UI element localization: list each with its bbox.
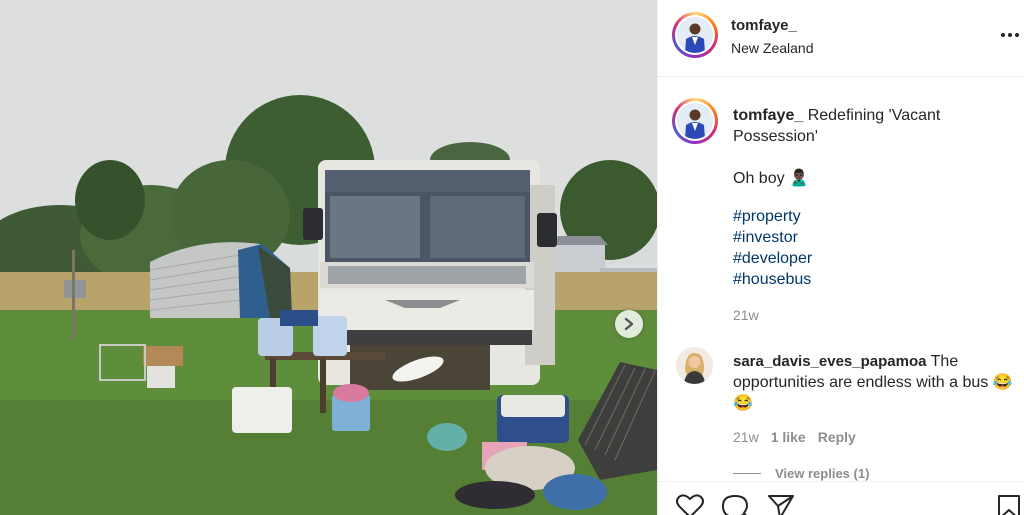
hashtag-link[interactable]: #property bbox=[733, 206, 812, 227]
comment-timestamp[interactable]: 21w bbox=[733, 429, 759, 445]
hashtag-link[interactable]: #housebus bbox=[733, 269, 812, 290]
bookmark-icon bbox=[998, 495, 1020, 515]
author-avatar[interactable] bbox=[672, 12, 718, 58]
caption-timestamp[interactable]: 21w bbox=[733, 307, 759, 323]
caption-text-block: tomfaye_ Redefining 'Vacant Possession' … bbox=[733, 105, 963, 189]
replies-divider bbox=[733, 473, 761, 474]
like-button[interactable] bbox=[675, 493, 705, 515]
caption-username[interactable]: tomfaye_ bbox=[733, 107, 803, 124]
post-side-panel: tomfaye_ New Zealand tomfaye_ Redefining… bbox=[657, 0, 1024, 515]
bus-scene-image bbox=[0, 0, 657, 515]
chevron-right-icon bbox=[624, 317, 634, 331]
commenter-avatar[interactable] bbox=[676, 347, 713, 384]
comment-button[interactable] bbox=[720, 493, 750, 515]
more-dots-icon bbox=[1001, 33, 1019, 37]
save-button[interactable] bbox=[994, 493, 1024, 515]
heart-icon bbox=[676, 494, 704, 515]
comment-icon bbox=[722, 495, 748, 515]
reply-button[interactable]: Reply bbox=[818, 429, 856, 445]
action-bar bbox=[658, 481, 1024, 515]
caption-author-avatar[interactable] bbox=[672, 98, 718, 144]
avatar-person-icon bbox=[677, 17, 713, 53]
hashtag-link[interactable]: #investor bbox=[733, 227, 812, 248]
avatar-person-icon bbox=[676, 347, 713, 384]
share-icon bbox=[768, 495, 794, 515]
view-replies-label: View replies (1) bbox=[775, 466, 870, 481]
view-replies-button[interactable]: View replies (1) bbox=[733, 466, 869, 481]
hashtag-link[interactable]: #developer bbox=[733, 248, 812, 269]
avatar-person-icon bbox=[677, 103, 713, 139]
caption-line-2: Oh boy 🙎🏿‍♂️ bbox=[733, 170, 809, 187]
hashtag-list: #property #investor #developer #housebus bbox=[733, 206, 812, 290]
more-icon[interactable] bbox=[999, 24, 1021, 46]
post-header: tomfaye_ New Zealand bbox=[658, 0, 1024, 77]
post-location[interactable]: New Zealand bbox=[731, 40, 814, 56]
share-button[interactable] bbox=[766, 493, 796, 515]
comment-likes[interactable]: 1 like bbox=[771, 429, 806, 445]
commenter-username[interactable]: sara_davis_eves_papamoa bbox=[733, 353, 926, 370]
post-photo[interactable] bbox=[0, 0, 657, 515]
author-username[interactable]: tomfaye_ bbox=[731, 17, 797, 34]
next-photo-button[interactable] bbox=[615, 310, 643, 338]
comment-text-block: sara_davis_eves_papamoa The opportunitie… bbox=[733, 351, 1018, 414]
comment-meta: 21w 1 like Reply bbox=[733, 429, 856, 445]
